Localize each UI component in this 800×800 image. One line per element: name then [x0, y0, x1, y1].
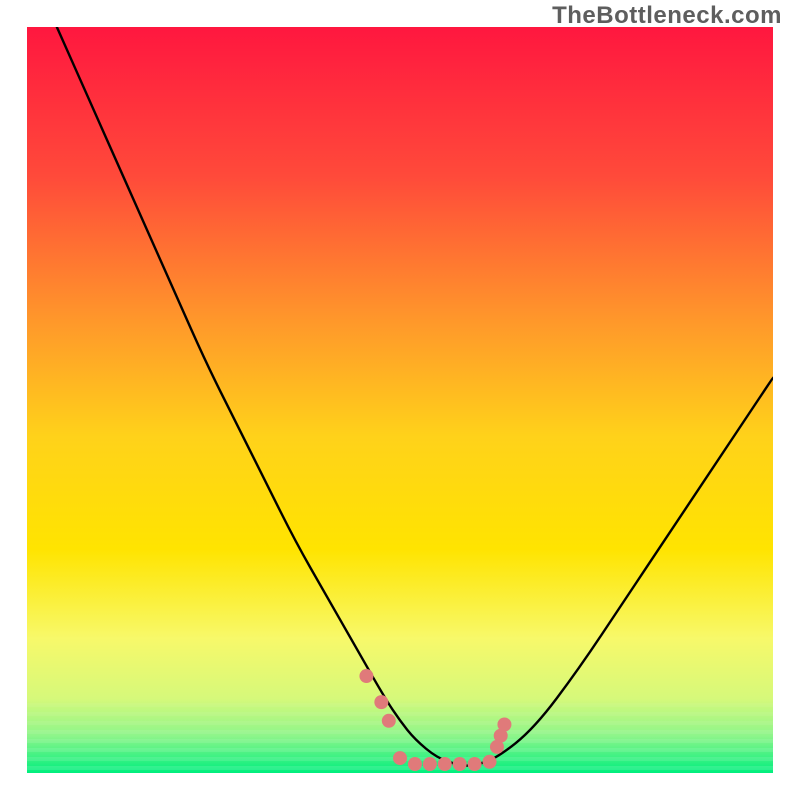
marker-dot	[453, 757, 467, 771]
marker-dot	[423, 757, 437, 771]
marker-dot	[468, 757, 482, 771]
marker-dot	[393, 751, 407, 765]
marker-dot	[497, 718, 511, 732]
marker-dot	[359, 669, 373, 683]
marker-dot	[438, 757, 452, 771]
chart-svg	[27, 27, 773, 773]
marker-dot	[382, 714, 396, 728]
gradient-background	[27, 27, 773, 773]
marker-dot	[374, 695, 388, 709]
marker-dot	[408, 757, 422, 771]
watermark-text: TheBottleneck.com	[552, 2, 782, 30]
plot-area	[27, 27, 773, 773]
marker-dot	[483, 755, 497, 769]
chart-frame: TheBottleneck.com	[0, 0, 800, 800]
